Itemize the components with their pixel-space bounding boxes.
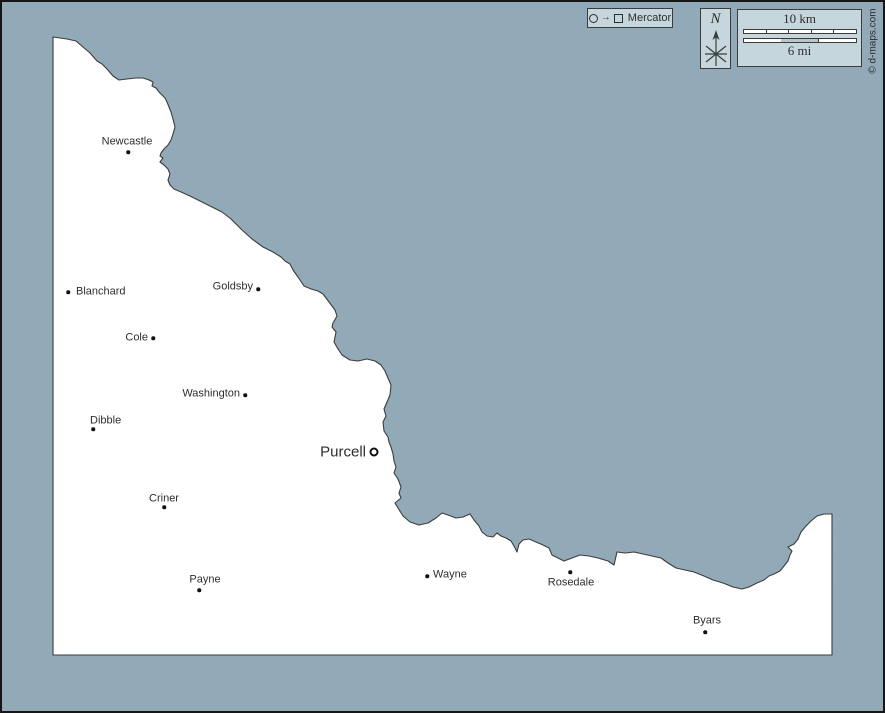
city-ring-marker-purcell (370, 448, 379, 457)
city-label-criner: Criner (149, 494, 179, 505)
city-dot-marker-goldsby (256, 287, 260, 291)
scale-mi-label: 6 mi (788, 44, 811, 59)
scale-bar: 10 km 6 mi (737, 9, 862, 67)
city-label-purcell: Purcell (320, 445, 366, 460)
city-dot-marker-newcastle (126, 150, 130, 154)
city-dot-marker-cole (151, 336, 155, 340)
city-dot-marker-dibble (91, 427, 95, 431)
scale-km-label: 10 km (783, 12, 816, 27)
circle-icon (589, 14, 598, 23)
county-shape (53, 37, 832, 655)
city-label-cole: Cole (125, 333, 148, 344)
map-canvas: Newcastle Blanchard Goldsby Cole Washington D… (0, 0, 885, 713)
city-label-blanchard: Blanchard (76, 287, 126, 298)
scale-bar-km (743, 29, 857, 34)
arrow-icon: → (601, 13, 611, 23)
city-dot-marker-rosedale (568, 570, 572, 574)
square-icon (614, 14, 623, 23)
city-label-rosedale: Rosedale (548, 578, 594, 589)
copyright-text: © d-maps.com (868, 8, 879, 73)
scale-bar-mi (743, 38, 857, 43)
city-dot-marker-washington (243, 393, 247, 397)
city-label-dibble: Dibble (90, 416, 121, 427)
city-label-newcastle: Newcastle (102, 137, 153, 148)
county-map-svg (0, 0, 885, 713)
city-label-payne: Payne (189, 575, 220, 586)
city-dot-marker-blanchard (66, 290, 70, 294)
city-dot-marker-byars (703, 630, 707, 634)
city-dot-marker-wayne (425, 574, 429, 578)
projection-legend: → Mercator (587, 8, 673, 28)
city-dot-marker-criner (162, 505, 166, 509)
city-label-goldsby: Goldsby (213, 282, 253, 293)
compass-arrow-icon (702, 28, 730, 68)
city-label-byars: Byars (693, 616, 721, 627)
north-label: N (710, 11, 720, 28)
city-label-washington: Washington (182, 389, 240, 400)
compass-rose: N (700, 8, 731, 69)
projection-label: Mercator (628, 12, 671, 24)
city-label-wayne: Wayne (433, 570, 467, 581)
city-dot-marker-payne (197, 588, 201, 592)
